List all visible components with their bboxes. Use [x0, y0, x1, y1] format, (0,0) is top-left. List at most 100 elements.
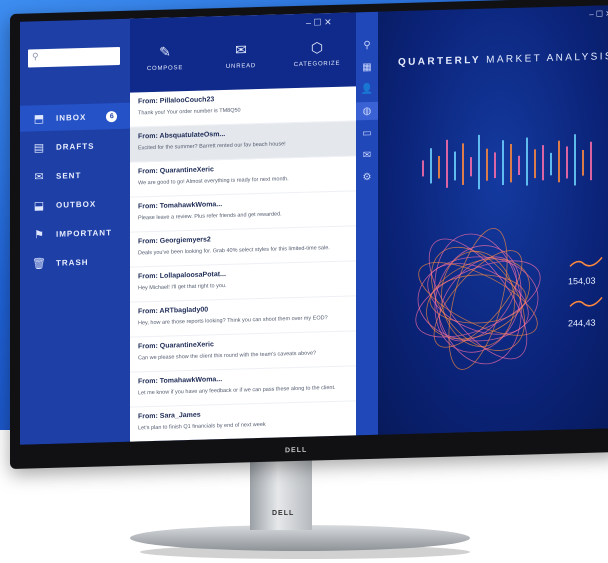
tag-icon: ⬡ — [310, 39, 324, 56]
visual-bar — [574, 134, 576, 186]
folder-item-inbox[interactable]: ⬒ INBOX 6 — [20, 102, 130, 132]
mail-snippet: Deals you've been looking for. Grab 40% … — [138, 245, 330, 257]
stat-value-1: 154,03 — [568, 275, 596, 287]
trash-icon: 🗑 — [32, 257, 46, 270]
window-controls[interactable]: – ☐ ✕ — [306, 17, 332, 29]
swirl-ring — [429, 274, 527, 324]
mail-sender: From: TomahawkWoma... — [138, 376, 223, 386]
analysis-graphics — [415, 134, 603, 370]
settings-icon[interactable]: ⚙ — [356, 168, 378, 187]
folder-label: INBOX — [56, 112, 87, 123]
compose-label: COMPOSE — [146, 65, 184, 73]
visual-bar — [558, 140, 560, 183]
folder-item-trash[interactable]: 🗑 TRASH — [20, 248, 130, 277]
folder-item-sent[interactable]: ✉ SENT — [20, 161, 130, 190]
visual-bar — [550, 152, 552, 176]
mail-sender: From: ARTbaglady00 — [138, 306, 209, 316]
sparkline-2 — [569, 296, 603, 307]
mail-snippet: Excited for the summer? Barrett rented o… — [138, 141, 286, 152]
folder-label: IMPORTANT — [56, 227, 112, 239]
visual-bar — [590, 141, 592, 181]
drafts-icon: ▤ — [33, 141, 45, 154]
swirl-ring — [426, 258, 530, 340]
unread-button[interactable]: ✉ UNREAD — [206, 41, 276, 71]
unread-label: UNREAD — [225, 63, 257, 70]
mail-snippet: Let's plan to finish Q1 financials by en… — [138, 421, 266, 432]
categorize-button[interactable]: ⬡ CATEGORIZE — [282, 38, 352, 68]
stand-logo: DELL — [272, 510, 295, 517]
chat-icon[interactable]: ▭ — [356, 124, 378, 143]
unread-count-badge: 6 — [106, 110, 118, 122]
icon-strip: ⚲ ▦ 👤 ◍ ▭ ✉ ⚙ — [356, 11, 378, 436]
visual-bar — [462, 143, 464, 185]
analysis-pane: – ☐ ✕ QUARTERLY MARKET ANALYSIS 154,03 2… — [378, 4, 608, 435]
visual-bar — [422, 160, 424, 177]
mail-sender: From: Sara_James — [138, 411, 201, 421]
visual-bar — [502, 140, 504, 186]
flag-icon: ⚑ — [34, 228, 44, 241]
monitor-neck — [250, 460, 312, 530]
visual-bar — [518, 155, 520, 176]
mail-snippet: Hey Michael! I'll get that right to you. — [138, 282, 227, 292]
folder-pane: ⚲ ⬒ INBOX 6 ▤ DRAFTS ✉ SENT ⬓ OUTBOX ⚑ IMPORTANT 🗑 T… — [20, 18, 130, 445]
folder-label: TRASH — [56, 257, 89, 268]
mail-sender: From: LollapaloosaPotat... — [138, 270, 226, 281]
mail-icon[interactable]: ✉ — [356, 146, 378, 165]
visual-bar — [470, 157, 472, 177]
mail-snippet: Can we please show the client this round… — [138, 350, 317, 362]
swirl-visual — [415, 227, 541, 370]
visual-bar — [582, 149, 584, 176]
screen: ⚲ ⬒ INBOX 6 ▤ DRAFTS ✉ SENT ⬓ OUTBOX ⚑ IMPORTANT 🗑 T… — [20, 4, 608, 445]
visual-bar — [446, 139, 448, 188]
monitor: ⚲ ⬒ INBOX 6 ▤ DRAFTS ✉ SENT ⬓ OUTBOX ⚑ IMPORTANT 🗑 T… — [10, 0, 608, 470]
visual-bar — [430, 148, 432, 184]
mail-list: From: PillalooCouch23 Thank you! Your ord… — [130, 86, 356, 443]
grid-icon[interactable]: ▦ — [356, 58, 378, 77]
mail-pane: – ☐ ✕ ✎ COMPOSE ✉ UNREAD ⬡ CATEGORIZE Fr… — [130, 12, 356, 443]
folder-label: DRAFTS — [56, 141, 95, 152]
mail-sender: From: Georgiemyers2 — [138, 236, 211, 246]
sparkline-1 — [569, 256, 603, 267]
folder-list: ⬒ INBOX 6 ▤ DRAFTS ✉ SENT ⬓ OUTBOX ⚑ IMPORTANT 🗑 TRA… — [20, 19, 130, 270]
swirl-ring — [434, 233, 522, 365]
visual-bar — [534, 149, 536, 179]
mail-sender: From: AbsquatulateOsm... — [138, 130, 226, 141]
mail-sender: From: QuarantineXeric — [138, 166, 214, 176]
stat-value-2: 244,43 — [568, 317, 596, 329]
bar-visual — [422, 134, 592, 190]
envelope-icon: ✉ — [235, 41, 247, 58]
add-user-icon[interactable]: 👤 — [356, 80, 378, 99]
outbox-icon: ⬓ — [33, 199, 45, 212]
visual-bar — [478, 134, 480, 190]
search-icon: ⚲ — [32, 51, 39, 62]
folder-label: SENT — [56, 170, 82, 181]
folder-item-outbox[interactable]: ⬓ OUTBOX — [20, 190, 130, 219]
mail-snippet: Hey, how are those reports looking? Thin… — [138, 315, 328, 327]
visual-bar — [494, 152, 496, 179]
visual-bar — [526, 137, 528, 186]
mail-snippet: Please leave a review. Plus refer friend… — [138, 211, 282, 222]
mail-snippet: Thank you! Your order number is TM8Q50 — [138, 107, 241, 117]
pencil-icon: ✎ — [159, 43, 171, 60]
bezel-logo: DELL — [285, 446, 308, 455]
mail-sender: From: QuarantineXeric — [138, 341, 214, 351]
envelope-icon: ✉ — [34, 170, 44, 183]
visual-bar — [438, 155, 440, 179]
mail-toolbar: – ☐ ✕ ✎ COMPOSE ✉ UNREAD ⬡ CATEGORIZE — [130, 12, 356, 93]
visual-bar — [486, 148, 488, 181]
mail-list-item[interactable]: From: Sara_James Let's plan to finish Q1 … — [130, 401, 356, 443]
mail-snippet: Let me know if you have any feedback or … — [138, 384, 336, 397]
mail-sender: From: PillalooCouch23 — [138, 96, 215, 106]
visual-bar — [566, 146, 568, 179]
folder-item-important[interactable]: ⚑ IMPORTANT — [20, 219, 130, 248]
visual-bar — [454, 151, 456, 181]
mail-snippet: We are good to go! Almost everything is … — [138, 176, 289, 187]
mail-sender: From: TomahawkWoma... — [138, 201, 223, 211]
globe-icon[interactable]: ◍ — [356, 101, 378, 121]
folder-label: OUTBOX — [56, 199, 97, 210]
search-icon[interactable]: ⚲ — [356, 36, 378, 55]
visual-bar — [542, 145, 544, 181]
compose-button[interactable]: ✎ COMPOSE — [130, 43, 200, 73]
search-input[interactable]: ⚲ — [28, 46, 120, 68]
folder-item-drafts[interactable]: ▤ DRAFTS — [20, 132, 130, 161]
